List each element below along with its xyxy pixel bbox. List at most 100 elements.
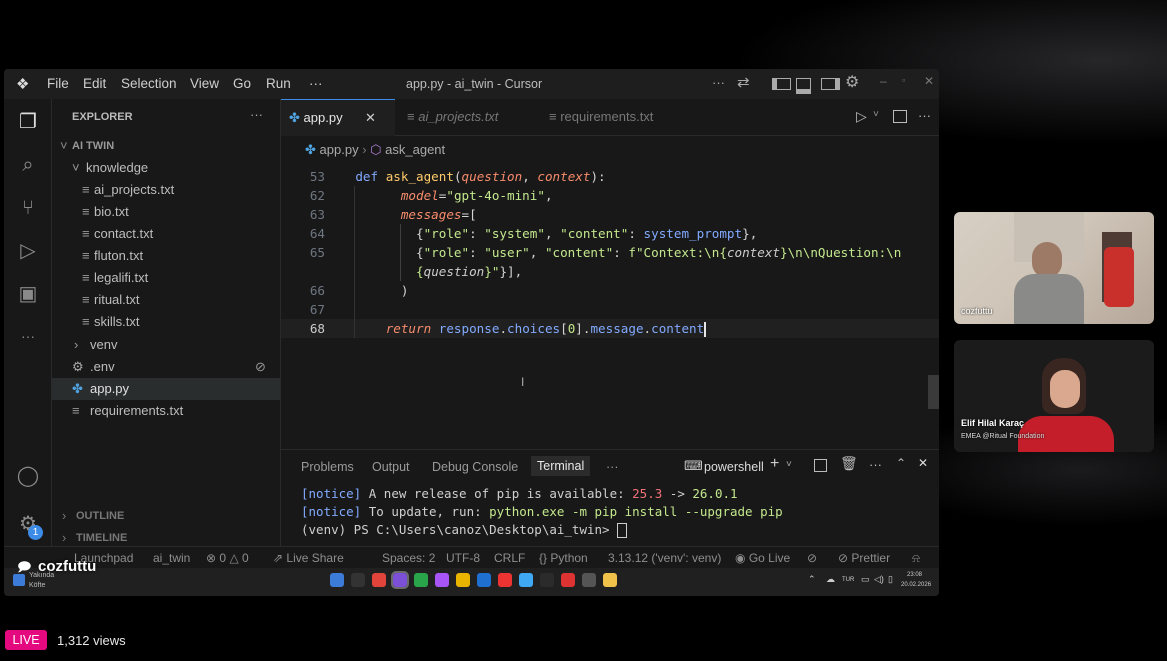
project-item[interactable]: ai_twin xyxy=(153,551,190,565)
taskbar-app-icon[interactable] xyxy=(561,573,575,587)
search-icon[interactable]: ⌕ xyxy=(15,152,41,178)
code-line[interactable]: 66 ) xyxy=(281,281,939,300)
code-line[interactable]: 64 {"role": "system", "content": system_… xyxy=(281,224,939,243)
menu-view[interactable]: View xyxy=(190,76,219,91)
panel-more-actions-icon[interactable]: ··· xyxy=(869,457,882,472)
terminal-line-3[interactable]: (venv) PS C:\Users\canoz\Desktop\ai_twin… xyxy=(301,521,628,539)
terminal-shell-label[interactable]: powershell xyxy=(704,460,764,474)
code-line[interactable]: 68 return response.choices[0].message.co… xyxy=(281,319,939,338)
taskbar-app-icon[interactable] xyxy=(582,573,596,587)
extensions-icon[interactable]: ▣ xyxy=(15,281,41,307)
new-terminal-icon[interactable]: + xyxy=(770,455,779,473)
tray-volume-icon[interactable]: ◁) xyxy=(874,574,884,585)
split-editor-icon[interactable] xyxy=(893,110,907,123)
notifications-bell-icon[interactable]: ⍾ xyxy=(912,551,920,566)
menu-go[interactable]: Go xyxy=(233,76,251,91)
panel-tab-debug-console[interactable]: Debug Console xyxy=(432,460,518,474)
minimize-icon[interactable]: – xyxy=(880,74,887,88)
taskbar-app-icon[interactable] xyxy=(456,573,470,587)
code-line[interactable]: 65 {"role": "user", "content": f"Context… xyxy=(281,243,939,262)
taskbar-app-icon[interactable] xyxy=(519,573,533,587)
settings-gear-icon[interactable]: ⚙ xyxy=(845,72,859,92)
account-icon[interactable]: ◯ xyxy=(15,463,41,489)
code-line[interactable]: 62 model="gpt-4o-mini", xyxy=(281,186,939,205)
encoding-item[interactable]: UTF-8 xyxy=(446,551,480,565)
tab-app-py[interactable]: ✤ app.py ✕ xyxy=(281,99,395,136)
go-live-item[interactable]: ◉ Go Live xyxy=(735,551,790,565)
taskbar-app-icon[interactable] xyxy=(372,573,386,587)
close-tab-icon[interactable]: ✕ xyxy=(365,100,376,136)
chevron-down-icon[interactable]: ˅ xyxy=(786,459,792,470)
project-root[interactable]: ˅ AI TWIN xyxy=(52,135,280,157)
clock-date[interactable]: 20.02.2026 xyxy=(901,582,931,588)
chevron-down-icon[interactable]: ˅ xyxy=(873,109,879,120)
taskbar-app-icon[interactable] xyxy=(477,573,491,587)
tray-battery-icon[interactable]: ▯ xyxy=(888,574,893,585)
scrollbar-thumb[interactable] xyxy=(928,375,939,409)
close-icon[interactable]: ✕ xyxy=(924,74,934,88)
run-debug-icon[interactable]: ▷ xyxy=(15,238,41,264)
taskbar-app-icon[interactable] xyxy=(603,573,617,587)
interpreter-item[interactable]: 3.13.12 ('venv': venv) xyxy=(608,551,721,565)
menu-edit[interactable]: Edit xyxy=(83,76,106,91)
taskbar-app-icon[interactable] xyxy=(540,573,554,587)
code-lines[interactable]: 53 def ask_agent(question, context): 62 m… xyxy=(281,167,939,437)
file-requirements[interactable]: ≡ requirements.txt xyxy=(52,400,280,422)
panel-tab-problems[interactable]: Problems xyxy=(301,460,354,474)
prettier-item[interactable]: ⊘ Prettier xyxy=(838,551,890,565)
taskbar-app-icon[interactable] xyxy=(414,573,428,587)
live-share-item[interactable]: ⇗ Live Share xyxy=(273,551,344,565)
tray-network-icon[interactable]: ▭ xyxy=(861,574,870,585)
code-line[interactable]: 67 xyxy=(281,300,939,319)
breadcrumb-file[interactable]: app.py xyxy=(320,142,359,157)
file-skills[interactable]: ≡ skills.txt xyxy=(52,311,280,333)
toggle-secondary-sidebar-icon[interactable] xyxy=(821,78,840,90)
toggle-sidebar-icon[interactable] xyxy=(772,78,791,90)
editor-more-icon[interactable]: ··· xyxy=(918,108,931,123)
file-ritual[interactable]: ≡ ritual.txt xyxy=(52,289,280,311)
tab-ai-projects[interactable]: ≡ ai_projects.txt xyxy=(399,99,506,135)
file-app-py[interactable]: ✤ app.py xyxy=(52,378,280,400)
file-bio[interactable]: ≡ bio.txt xyxy=(52,201,280,223)
taskbar-app-icon[interactable] xyxy=(351,573,365,587)
taskbar-app-icon[interactable] xyxy=(435,573,449,587)
file-legalifi[interactable]: ≡ legalifi.txt xyxy=(52,267,280,289)
menu-more[interactable]: ··· xyxy=(309,76,323,91)
menu-file[interactable]: File xyxy=(47,76,69,91)
folder-knowledge[interactable]: ˅ knowledge xyxy=(52,157,280,179)
taskbar-app-icon[interactable] xyxy=(330,573,344,587)
taskbar-app-icon[interactable] xyxy=(391,571,409,589)
file-fluton[interactable]: ≡ fluton.txt xyxy=(52,245,280,267)
code-line[interactable]: 53 def ask_agent(question, context): xyxy=(281,167,939,186)
more-views-icon[interactable]: ··· xyxy=(15,323,41,349)
clock-time[interactable]: 23:08 xyxy=(907,572,922,578)
problems-item[interactable]: ⊗ 0 △ 0 xyxy=(206,551,249,565)
explorer-more-icon[interactable]: ··· xyxy=(250,107,263,122)
file-ai-projects[interactable]: ≡ ai_projects.txt xyxy=(52,179,280,201)
menu-selection[interactable]: Selection xyxy=(121,76,177,91)
swap-icon[interactable]: ⇄ xyxy=(737,73,750,91)
toggle-panel-icon[interactable] xyxy=(796,78,811,94)
run-file-icon[interactable]: ▷ xyxy=(856,108,867,125)
source-control-icon[interactable]: ⑂ xyxy=(15,195,41,221)
code-line[interactable]: {question}"}], xyxy=(281,262,939,281)
maximize-panel-icon[interactable]: ⌃ xyxy=(896,456,906,470)
outline-section[interactable]: › OUTLINE xyxy=(52,505,280,527)
explorer-files-icon[interactable]: ❐ xyxy=(15,109,41,135)
taskbar-app-icon[interactable] xyxy=(498,573,512,587)
panel-tab-terminal[interactable]: Terminal xyxy=(531,456,591,476)
panel-more-icon[interactable]: ··· xyxy=(606,460,619,474)
split-terminal-icon[interactable] xyxy=(814,459,827,472)
tray-chevron-icon[interactable]: ⌃ xyxy=(808,574,816,585)
tray-cloud-icon[interactable]: ☁ xyxy=(826,574,835,585)
file-env[interactable]: ⚙ .env ⊘ xyxy=(52,356,280,378)
close-panel-icon[interactable]: ✕ xyxy=(918,456,928,470)
maximize-icon[interactable]: ▫ xyxy=(902,75,905,85)
eol-item[interactable]: CRLF xyxy=(494,551,525,565)
language-item[interactable]: {} Python xyxy=(539,551,588,565)
no-eye-icon[interactable]: ⊘ xyxy=(807,551,817,565)
menu-run[interactable]: Run xyxy=(266,76,291,91)
tab-requirements[interactable]: ≡ requirements.txt xyxy=(541,99,661,135)
more-actions-icon[interactable]: ··· xyxy=(712,75,725,90)
spaces-item[interactable]: Spaces: 2 xyxy=(382,551,435,565)
